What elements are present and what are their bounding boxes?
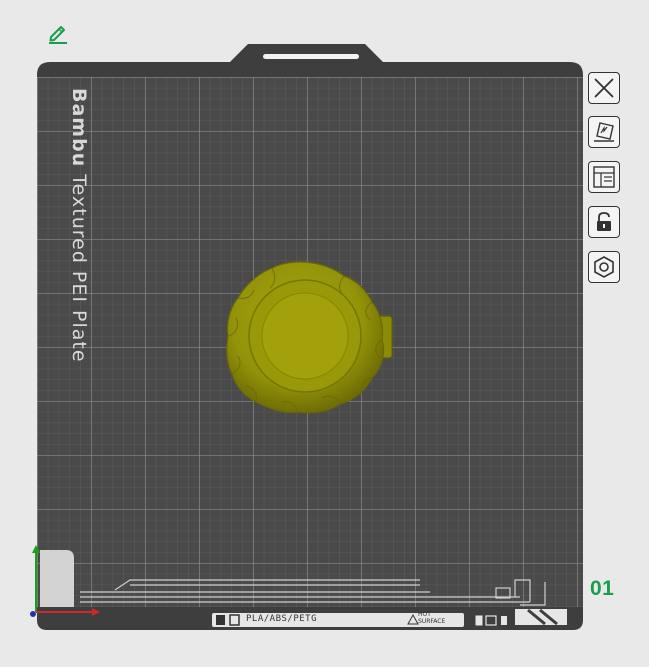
auto-orient-icon [594, 122, 614, 142]
safety-icons [475, 615, 507, 626]
hot-surface-label: HOT SURFACE [418, 611, 446, 625]
filament-types-label: PLA/ABS/PETG [246, 614, 318, 624]
auto-orient-button[interactable] [588, 116, 620, 148]
plate-number: 01 [590, 577, 615, 600]
build-plate[interactable] [0, 0, 649, 667]
plate-handle [263, 54, 359, 59]
arrange-layout-icon [593, 166, 615, 188]
corner-pad [40, 550, 74, 607]
plate-type-name: Bambu Textured PEI Plate [68, 88, 90, 363]
close-icon [594, 78, 614, 98]
lock-plate-button[interactable] [588, 206, 620, 238]
plate-settings-button[interactable] [588, 251, 620, 283]
arrange-button[interactable] [588, 161, 620, 193]
hex-nut-icon [594, 256, 614, 278]
close-plate-button[interactable] [588, 72, 620, 104]
lock-icon [597, 212, 611, 231]
